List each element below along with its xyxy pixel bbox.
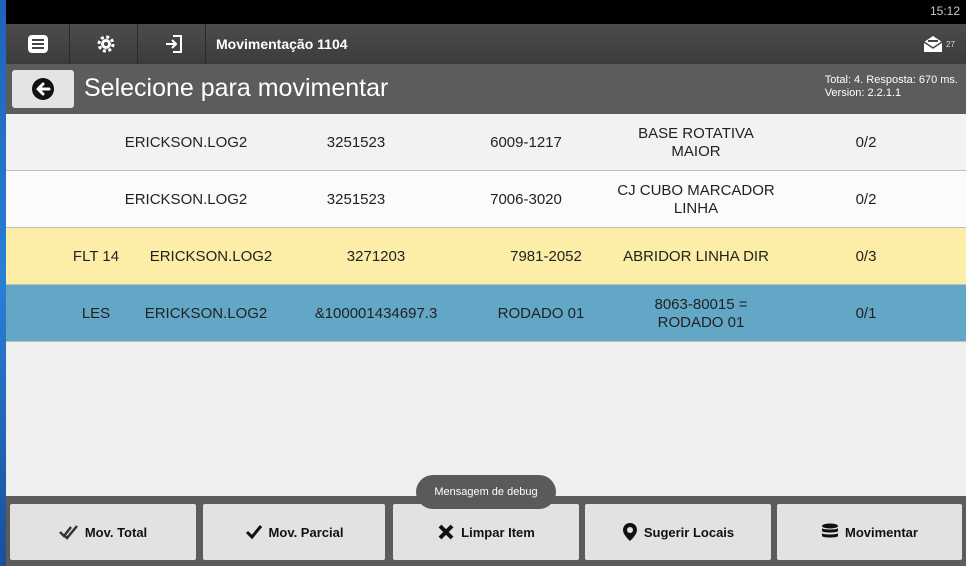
list-item[interactable]: ERICKSON.LOG2 3251523 7006-3020 CJ CUBO … xyxy=(6,171,966,228)
row-document: 3271203 xyxy=(346,247,406,265)
row-location: FLT 14 xyxy=(72,247,120,265)
row-description: 8063-80015 = RODADO 01 xyxy=(654,295,748,331)
database-icon xyxy=(822,523,839,538)
row-document: 3251523 xyxy=(326,190,386,208)
action-bar: Movimentação 1104 27 xyxy=(6,24,966,64)
enter-icon xyxy=(165,35,182,53)
mail-count: 27 xyxy=(946,39,955,49)
sugerir-locais-label: Sugerir Locais xyxy=(643,524,735,540)
movimentar-button[interactable]: Movimentar xyxy=(777,504,962,560)
mov-total-button[interactable]: Mov. Total xyxy=(10,504,196,560)
list-item[interactable]: LES ERICKSON.LOG2 &100001434697.3 RODADO… xyxy=(6,285,966,342)
row-document: &100001434697.3 xyxy=(314,304,438,322)
row-user: ERICKSON.LOG2 xyxy=(124,190,248,208)
status-time: 15:12 xyxy=(929,4,960,18)
login-button[interactable] xyxy=(142,24,206,64)
row-description: CJ CUBO MARCADOR LINHA xyxy=(617,181,775,217)
row-quantity: 0/3 xyxy=(855,247,877,265)
mov-parcial-label: Mov. Parcial xyxy=(268,524,344,540)
menu-button[interactable] xyxy=(6,24,70,64)
back-arrow-icon xyxy=(32,78,54,100)
row-description: ABRIDOR LINHA DIR xyxy=(623,247,769,265)
row-code: 7981-2052 xyxy=(510,247,582,265)
row-user: ERICKSON.LOG2 xyxy=(124,133,248,151)
row-document: 3251523 xyxy=(326,133,386,151)
header-info: Total: 4. Resposta: 670 ms. Version: 2.2… xyxy=(825,74,958,100)
row-description: BASE ROTATIVA MAIOR xyxy=(638,124,754,160)
settings-button[interactable] xyxy=(74,24,138,64)
action-bar-title: Movimentação 1104 xyxy=(216,36,348,52)
row-quantity: 0/1 xyxy=(855,304,877,322)
debug-toast: Mensagem de debug xyxy=(416,475,556,509)
movimentar-label: Movimentar xyxy=(845,524,918,540)
mail-icon xyxy=(923,36,943,52)
status-bar: 15:12 xyxy=(6,0,966,24)
gear-icon xyxy=(97,35,114,53)
mov-total-label: Mov. Total xyxy=(84,524,148,540)
x-icon xyxy=(438,524,454,540)
list-icon xyxy=(27,35,48,53)
header-info-total: Total: 4. Resposta: 670 ms. xyxy=(824,74,958,86)
row-user: ERICKSON.LOG2 xyxy=(144,304,268,322)
header-info-version: Version: 2.2.1.1 xyxy=(824,87,902,99)
item-list: ERICKSON.LOG2 3251523 6009-1217 BASE ROT… xyxy=(6,114,966,496)
row-quantity: 0/2 xyxy=(855,190,877,208)
double-check-icon xyxy=(58,525,78,540)
list-item[interactable]: ERICKSON.LOG2 3251523 6009-1217 BASE ROT… xyxy=(6,114,966,171)
page-header: Selecione para movimentar Total: 4. Resp… xyxy=(6,64,966,114)
limpar-item-button[interactable]: Limpar Item xyxy=(393,504,579,560)
app-frame: 15:12 Movimentação 1104 27 Selecione par… xyxy=(6,0,966,566)
row-code: 7006-3020 xyxy=(490,190,562,208)
mov-parcial-button[interactable]: Mov. Parcial xyxy=(203,504,385,560)
row-code: RODADO 01 xyxy=(497,304,585,322)
back-button[interactable] xyxy=(12,70,74,108)
row-quantity: 0/2 xyxy=(855,133,877,151)
check-icon xyxy=(245,525,262,540)
row-user: ERICKSON.LOG2 xyxy=(149,247,273,265)
page-title: Selecione para movimentar xyxy=(84,74,389,102)
map-pin-icon xyxy=(622,523,637,541)
row-location: LES xyxy=(81,304,111,322)
limpar-item-label: Limpar Item xyxy=(461,524,535,540)
list-item[interactable]: FLT 14 ERICKSON.LOG2 3271203 7981-2052 A… xyxy=(6,228,966,285)
mail-button[interactable]: 27 xyxy=(922,32,956,56)
row-code: 6009-1217 xyxy=(490,133,562,151)
sugerir-locais-button[interactable]: Sugerir Locais xyxy=(585,504,771,560)
